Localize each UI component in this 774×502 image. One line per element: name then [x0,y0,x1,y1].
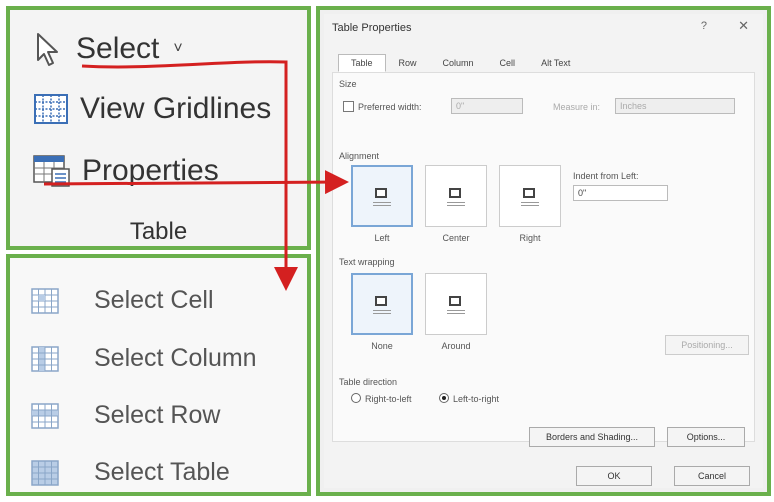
tab-cell[interactable]: Cell [487,54,529,72]
select-table-item[interactable]: Select Table [30,458,230,487]
align-left-option[interactable] [351,165,413,227]
tab-column[interactable]: Column [430,54,487,72]
dialog-frame: Table Properties ? ✕ Table Row Column Ce… [316,6,771,496]
align-left-label: Left [374,233,390,243]
indent-from-left-label: Indent from Left: [573,171,639,181]
view-gridlines-button[interactable]: View Gridlines [32,92,271,126]
options-button[interactable]: Options... [667,427,745,447]
select-row-label: Select Row [94,401,221,429]
wrap-none-option[interactable] [351,273,413,335]
table-ribbon-group: Select ˅ View Gridlines Properties Table [6,6,311,250]
wrap-none-label: None [371,341,393,351]
size-heading: Size [339,79,357,89]
align-right-icon [519,185,541,207]
select-row-icon [31,402,59,429]
align-center-option[interactable] [425,165,487,227]
table-tab-panel: Size Preferred width: 0" Measure in: Inc… [332,72,755,447]
measure-in-label: Measure in: [553,102,601,112]
select-cell-label: Select Cell [94,286,214,314]
ltr-label: Left-to-right [453,394,500,404]
wrap-none-icon [371,293,393,315]
select-column-item[interactable]: Select Column [30,344,257,373]
align-right-label: Right [519,233,541,243]
tab-alt-text[interactable]: Alt Text [528,54,583,72]
wrap-around-option[interactable] [425,273,487,335]
chevron-down-icon: ˅ [173,40,183,57]
dialog-title: Table Properties [332,22,412,34]
preferred-width-input[interactable]: 0" [451,98,523,114]
table-properties-icon [33,155,70,187]
align-left-icon [371,185,393,207]
select-label: Select [76,32,160,65]
cancel-button[interactable]: Cancel [674,466,750,486]
dialog-tabs: Table Row Column Cell Alt Text [338,54,583,72]
select-table-label: Select Table [94,458,230,486]
properties-button[interactable]: Properties [32,153,219,189]
preferred-width-label: Preferred width: [358,102,422,112]
select-table-icon [31,459,59,486]
properties-label: Properties [82,154,219,187]
alignment-heading: Alignment [339,151,380,161]
gridlines-icon [34,94,68,124]
tab-table[interactable]: Table [338,54,386,72]
group-label: Table [129,218,188,245]
close-icon[interactable]: ✕ [738,18,749,34]
select-column-label: Select Column [94,344,257,372]
help-button[interactable]: ? [701,20,707,32]
measure-in-select[interactable]: Inches [615,98,735,114]
tab-row[interactable]: Row [386,54,430,72]
rtl-radio[interactable] [351,393,361,403]
rtl-label: Right-to-left [365,394,412,404]
align-center-label: Center [442,233,470,243]
select-cell-item[interactable]: Select Cell [30,286,214,315]
select-row-item[interactable]: Select Row [30,401,220,430]
select-column-icon [31,345,59,372]
text-wrapping-heading: Text wrapping [339,257,395,267]
select-button[interactable]: Select ˅ [32,30,183,68]
align-center-icon [445,185,467,207]
wrap-around-label: Around [441,341,471,351]
table-properties-dialog: Table Properties ? ✕ Table Row Column Ce… [324,14,763,488]
ltr-radio[interactable] [439,393,449,403]
wrap-around-icon [445,293,467,315]
cursor-arrow-icon [37,33,58,66]
preferred-width-checkbox[interactable] [343,101,354,112]
view-gridlines-label: View Gridlines [80,92,272,125]
indent-from-left-input[interactable]: 0" [573,185,668,201]
align-right-option[interactable] [499,165,561,227]
select-menu: Select Cell Select Column Select Row Sel… [6,254,311,496]
borders-and-shading-button[interactable]: Borders and Shading... [529,427,655,447]
ok-button[interactable]: OK [576,466,652,486]
table-direction-heading: Table direction [339,377,398,387]
positioning-button[interactable]: Positioning... [665,335,749,355]
select-cell-icon [31,287,59,314]
